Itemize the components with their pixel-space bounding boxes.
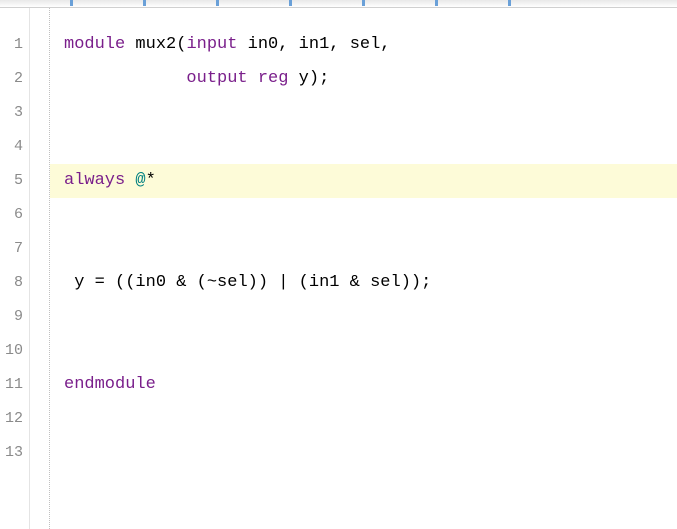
paren: )) <box>248 273 268 292</box>
and-op: & <box>339 273 370 292</box>
keyword-output: output <box>186 69 247 88</box>
and-op: & <box>166 273 197 292</box>
semicolon: ; <box>319 69 329 88</box>
code-line[interactable]: module mux2(input in0, in1, sel, <box>64 28 677 62</box>
line-number: 13 <box>0 436 29 470</box>
keyword-reg: reg <box>258 69 289 88</box>
line-number: 12 <box>0 402 29 436</box>
code-line[interactable] <box>64 130 677 164</box>
identifier: in0 <box>135 273 166 292</box>
code-line[interactable] <box>64 334 677 368</box>
line-number: 7 <box>0 232 29 266</box>
identifier: in1 <box>299 35 330 54</box>
keyword-endmodule: endmodule <box>64 375 156 394</box>
line-number: 10 <box>0 334 29 368</box>
identifier: in1 <box>309 273 340 292</box>
line-number: 1 <box>0 28 29 62</box>
comma: , <box>380 35 390 54</box>
comma: , <box>278 35 298 54</box>
code-line[interactable] <box>64 198 677 232</box>
code-content[interactable]: module mux2(input in0, in1, sel, output … <box>50 0 677 529</box>
semicolon: ; <box>421 273 431 292</box>
star-operator: * <box>146 171 156 190</box>
identifier: y <box>74 273 84 292</box>
identifier: sel <box>217 273 248 292</box>
or-op: | <box>268 273 299 292</box>
code-line[interactable]: y = ((in0 & (~sel)) | (in1 & sel)); <box>64 266 677 300</box>
keyword-module: module <box>64 35 125 54</box>
at-symbol: @ <box>135 171 145 190</box>
line-number: 6 <box>0 198 29 232</box>
line-number-gutter: 1 2 3 4 5 6 7 8 9 10 11 12 13 <box>0 0 30 529</box>
indent <box>64 273 74 292</box>
code-line[interactable] <box>64 436 677 470</box>
line-number: 5 <box>0 164 29 198</box>
fold-gutter <box>30 0 50 529</box>
identifier: sel <box>350 35 381 54</box>
code-line-current[interactable]: always @* <box>50 164 677 198</box>
paren-close: ) <box>309 69 319 88</box>
paren: ( <box>299 273 309 292</box>
line-number: 2 <box>0 62 29 96</box>
code-line[interactable] <box>64 96 677 130</box>
line-number: 3 <box>0 96 29 130</box>
code-line[interactable] <box>64 300 677 334</box>
keyword-always: always <box>64 171 125 190</box>
indent <box>64 69 186 88</box>
space <box>248 69 258 88</box>
line-number: 4 <box>0 130 29 164</box>
identifier: y <box>288 69 308 88</box>
comma: , <box>329 35 349 54</box>
line-number: 11 <box>0 368 29 402</box>
line-number: 8 <box>0 266 29 300</box>
code-line[interactable] <box>64 232 677 266</box>
paren: )) <box>401 273 421 292</box>
assign-op: = <box>84 273 115 292</box>
identifier: in0 <box>237 35 278 54</box>
paren: (( <box>115 273 135 292</box>
code-line[interactable] <box>64 402 677 436</box>
space <box>125 171 135 190</box>
code-line[interactable]: endmodule <box>64 368 677 402</box>
code-editor[interactable]: 1 2 3 4 5 6 7 8 9 10 11 12 13 module mux… <box>0 0 677 529</box>
identifier: mux2 <box>125 35 176 54</box>
identifier: sel <box>370 273 401 292</box>
paren-open: ( <box>176 35 186 54</box>
not-op: ~ <box>207 273 217 292</box>
keyword-input: input <box>186 35 237 54</box>
paren: ( <box>197 273 207 292</box>
code-line[interactable]: output reg y); <box>64 62 677 96</box>
line-number: 9 <box>0 300 29 334</box>
